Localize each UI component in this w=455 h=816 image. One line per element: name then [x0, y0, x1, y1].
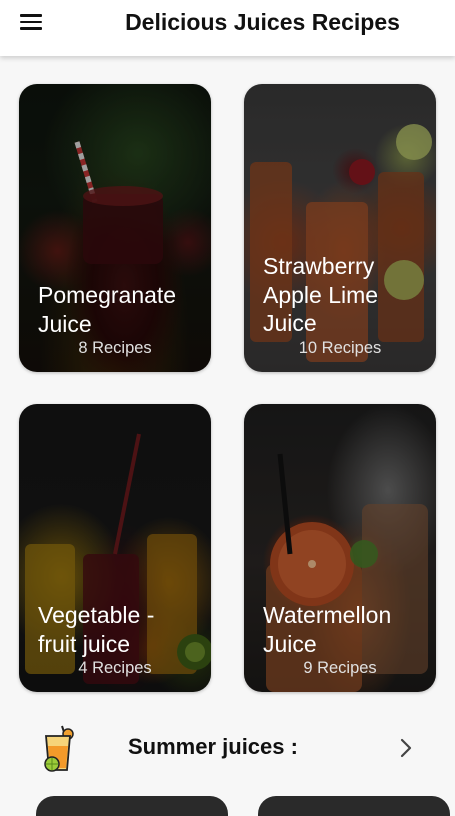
recipe-count: 9 Recipes [303, 659, 377, 677]
category-card-pomegranate[interactable]: Pomegranate Juice 8 Recipes [19, 84, 211, 372]
category-title: Pomegranate Juice [38, 282, 177, 337]
recipe-count: 8 Recipes [78, 339, 152, 357]
next-card-peek [36, 796, 228, 816]
app-title: Delicious Juices Recipes [125, 9, 400, 35]
category-card-vegetable-fruit[interactable]: Vegetable - fruit juice 4 Recipes [19, 404, 211, 692]
next-card-peek [258, 796, 450, 816]
juice-glass-icon [44, 725, 74, 772]
recipe-count: 4 Recipes [78, 659, 152, 677]
category-title: Strawberry Apple Lime Juice [263, 253, 379, 336]
category-title: Watermellon Juice [263, 602, 392, 657]
category-card-watermellon[interactable]: Watermellon Juice 9 Recipes [244, 404, 436, 692]
hamburger-menu-icon[interactable] [20, 10, 52, 34]
category-title: Vegetable - fruit juice [38, 602, 155, 657]
category-card-strawberry-apple-lime[interactable]: Strawberry Apple Lime Juice 10 Recipes [244, 84, 436, 372]
recipe-count: 10 Recipes [298, 339, 382, 357]
app-bar: Delicious Juices Recipes [0, 0, 455, 56]
summer-juices-section[interactable]: Summer juices : [0, 712, 455, 784]
section-title: Summer juices : [128, 734, 298, 759]
chevron-right-icon[interactable] [398, 736, 414, 760]
